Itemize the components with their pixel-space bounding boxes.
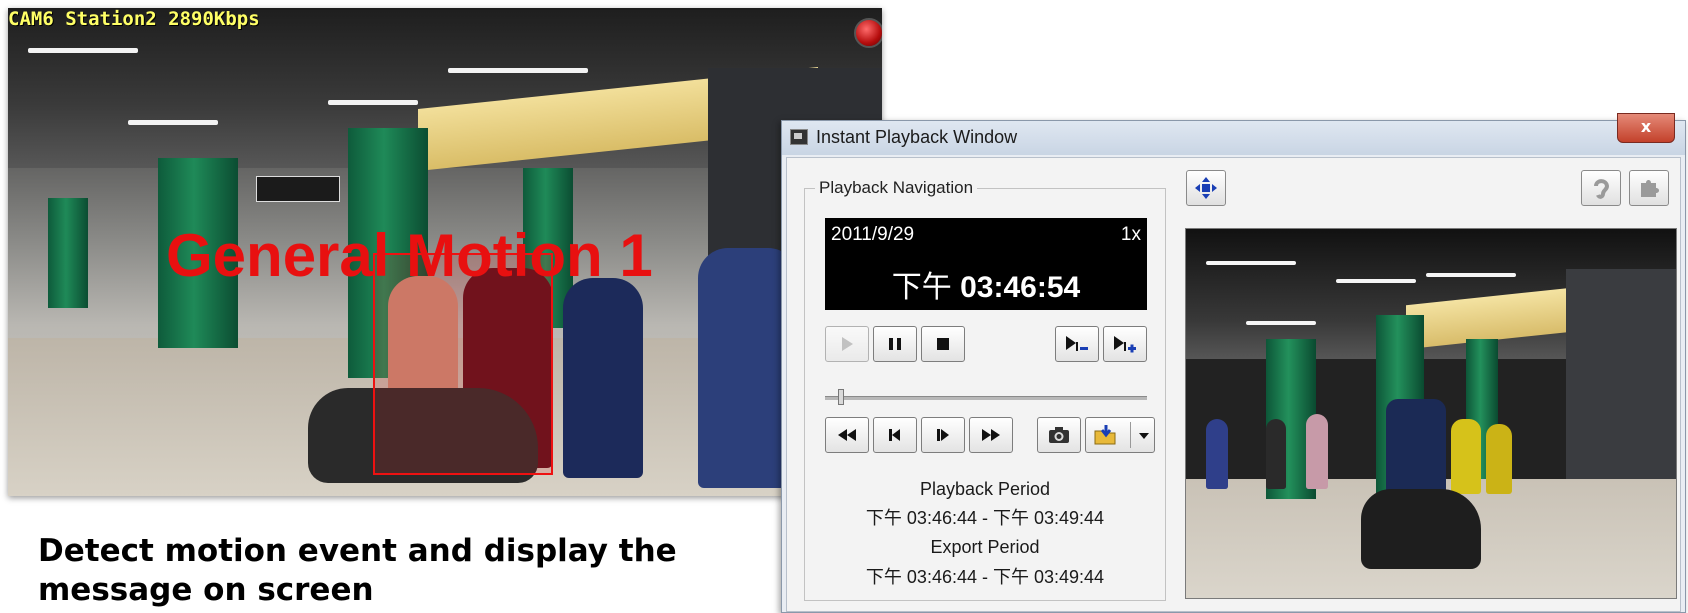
step-forward-icon <box>937 429 949 441</box>
fast-forward-icon <box>982 429 1000 441</box>
ptz-move-icon <box>1195 177 1217 199</box>
plugin-button[interactable] <box>1629 170 1669 206</box>
chevron-down-icon[interactable] <box>1138 432 1150 440</box>
person <box>1451 419 1481 494</box>
puzzle-icon <box>1641 180 1659 197</box>
person <box>1306 414 1328 489</box>
display-clock: 03:46:54 <box>960 271 1081 304</box>
ceiling-light <box>1336 279 1416 283</box>
snapshot-button[interactable] <box>1037 417 1081 453</box>
split-divider <box>1130 422 1131 448</box>
playback-slider-track[interactable] <box>825 396 1147 400</box>
ptz-move-button[interactable] <box>1186 170 1226 206</box>
motorcycle <box>1361 489 1481 569</box>
ceiling-light <box>1246 321 1316 325</box>
instant-playback-window: Instant Playback Window x Playback Navig… <box>781 113 1686 613</box>
record-indicator-button[interactable] <box>854 18 882 48</box>
person <box>1486 424 1512 494</box>
stop-icon <box>937 338 949 350</box>
person <box>1266 419 1286 489</box>
slower-button[interactable] <box>1055 326 1099 362</box>
display-date: 2011/9/29 <box>831 224 915 245</box>
fast-rewind-button[interactable] <box>825 417 869 453</box>
camera-live-view[interactable]: General Motion 1 CAM6 Station2 2890Kbps <box>8 8 882 496</box>
playback-period-label: Playback Period <box>919 479 1051 499</box>
folder-download-icon <box>1094 425 1116 445</box>
station-sign <box>256 176 340 202</box>
ceiling-light <box>1206 261 1296 265</box>
green-pillar <box>48 198 88 308</box>
ceiling-light <box>28 48 138 53</box>
play-button[interactable] <box>825 326 869 362</box>
display-time: 下午 03:46:54 <box>825 262 1147 306</box>
close-button[interactable]: x <box>1617 113 1675 143</box>
export-period-label: Export Period <box>930 537 1040 557</box>
ceiling-light <box>1426 273 1516 277</box>
group-legend: Playback Navigation <box>815 178 978 198</box>
playback-navigation-group: Playback Navigation 2011/9/29 1x 下午 03:4… <box>804 178 1166 601</box>
export-button[interactable] <box>1085 417 1155 453</box>
stop-button[interactable] <box>921 326 965 362</box>
step-back-icon <box>889 429 900 441</box>
pause-button[interactable] <box>873 326 917 362</box>
camera-icon <box>1049 427 1069 443</box>
camera-title: CAM6 Station2 2890Kbps <box>8 8 260 30</box>
window-app-icon <box>790 129 808 145</box>
audio-button[interactable] <box>1581 170 1621 206</box>
faster-icon <box>1114 336 1136 353</box>
fast-rewind-icon <box>838 429 856 441</box>
person <box>563 278 643 478</box>
play-icon <box>842 337 853 351</box>
ceiling-light <box>448 68 588 73</box>
export-period-value: 下午 03:46:44 - 下午 03:49:44 <box>865 567 1105 587</box>
time-display: 2011/9/29 1x 下午 03:46:54 <box>825 218 1147 310</box>
step-forward-button[interactable] <box>921 417 965 453</box>
display-ampm: 下午 <box>891 271 952 304</box>
faster-button[interactable] <box>1103 326 1147 362</box>
fast-forward-button[interactable] <box>969 417 1013 453</box>
person <box>1206 419 1228 489</box>
slower-icon <box>1066 336 1088 351</box>
playback-video[interactable] <box>1185 228 1677 599</box>
caption-text: Detect motion event and display the mess… <box>38 533 677 608</box>
motion-event-label: General Motion 1 <box>166 222 653 289</box>
window-titlebar[interactable]: Instant Playback Window x <box>782 113 1685 155</box>
playback-slider-thumb[interactable] <box>838 389 845 405</box>
display-speed: 1x <box>1120 224 1141 245</box>
step-back-button[interactable] <box>873 417 917 453</box>
ceiling-light <box>128 120 218 125</box>
ceiling-light <box>328 100 418 105</box>
window-title: Instant Playback Window <box>816 127 1018 147</box>
pause-icon <box>889 338 901 350</box>
window-body: Playback Navigation 2011/9/29 1x 下午 03:4… <box>786 157 1681 612</box>
playback-period-value: 下午 03:46:44 - 下午 03:49:44 <box>865 508 1105 528</box>
ear-icon <box>1594 179 1610 199</box>
